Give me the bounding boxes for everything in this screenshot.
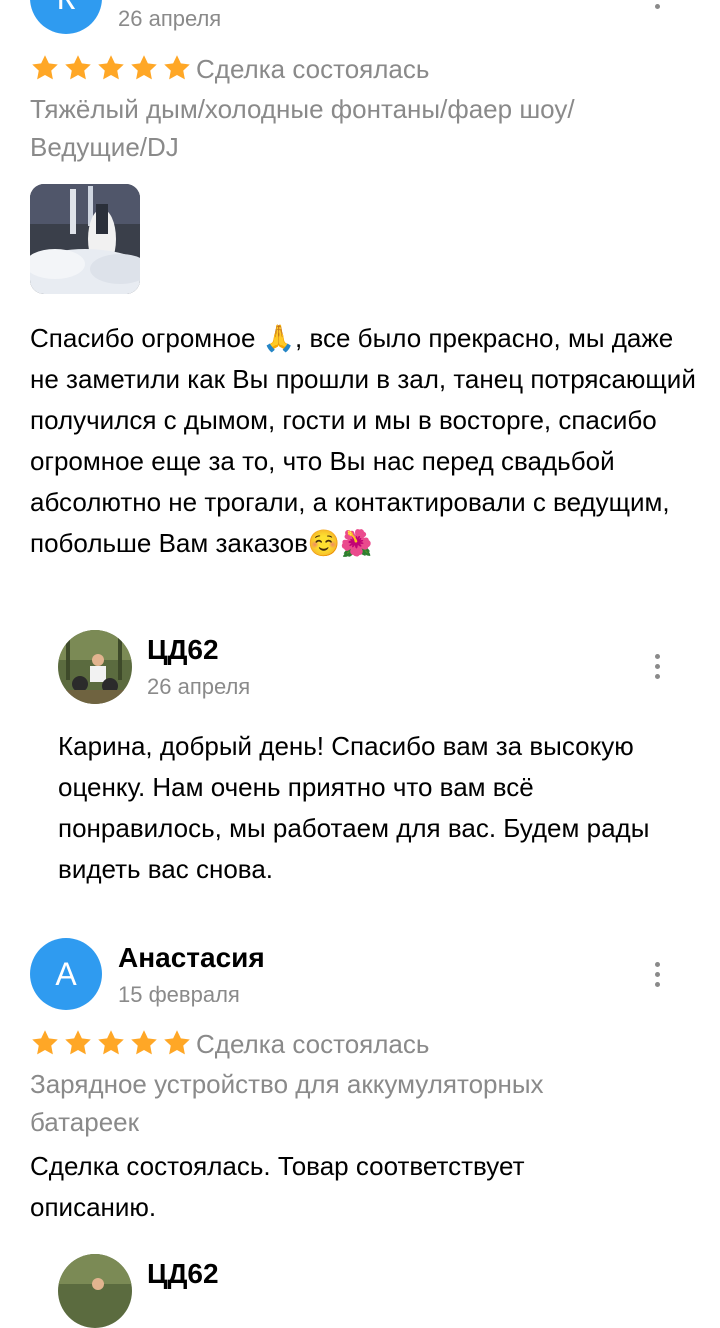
rating-stars [30,1028,192,1058]
review-date: 15 февраля [118,982,240,1007]
star-icon [164,1030,190,1055]
reviewer-avatar[interactable]: А [30,938,102,1010]
review-text: Спасибо огромное 🙏, все было прекрасно, … [30,323,696,558]
reply-date: 26 апреля [147,674,251,699]
star-icon [164,55,190,80]
reviewer-avatar[interactable]: К [30,0,102,34]
star-icon [98,55,124,80]
deal-status: Сделка состоялась [196,1029,430,1059]
more-options-icon[interactable] [652,962,662,992]
seller-avatar-image [58,1254,132,1328]
star-icon [65,1030,91,1055]
review-photo[interactable] [30,184,140,294]
star-icon [131,55,157,80]
reviewer-name[interactable]: Анастасия [118,942,265,974]
review-item-title[interactable]: Зарядное устройство для аккумуляторных б… [30,1065,630,1141]
more-options-icon[interactable] [652,0,662,24]
star-icon [131,1030,157,1055]
review-date: 26 апреля [118,6,222,31]
seller-avatar[interactable] [58,630,132,704]
review-item-title[interactable]: Тяжёлый дым/холодные фонтаны/фаер шоу/ В… [30,90,650,166]
review-photo-image [30,184,140,294]
star-icon [65,55,91,80]
seller-name[interactable]: ЦД62 [147,634,219,666]
rating-stars [30,53,192,83]
deal-status: Сделка состоялась [196,54,430,84]
avatar-letter: К [57,0,76,16]
seller-name[interactable]: ЦД62 [147,1258,219,1290]
star-icon [32,55,58,80]
review-text: Сделка состоялась. Товар соответствует о… [30,1151,525,1222]
seller-avatar-image [58,630,132,704]
star-icon [98,1030,124,1055]
star-icon [32,1030,58,1055]
reply-text: Карина, добрый день! Спасибо вам за высо… [58,731,650,884]
more-options-icon[interactable] [652,654,662,684]
avatar-letter: А [55,956,77,992]
seller-avatar[interactable] [58,1254,132,1328]
